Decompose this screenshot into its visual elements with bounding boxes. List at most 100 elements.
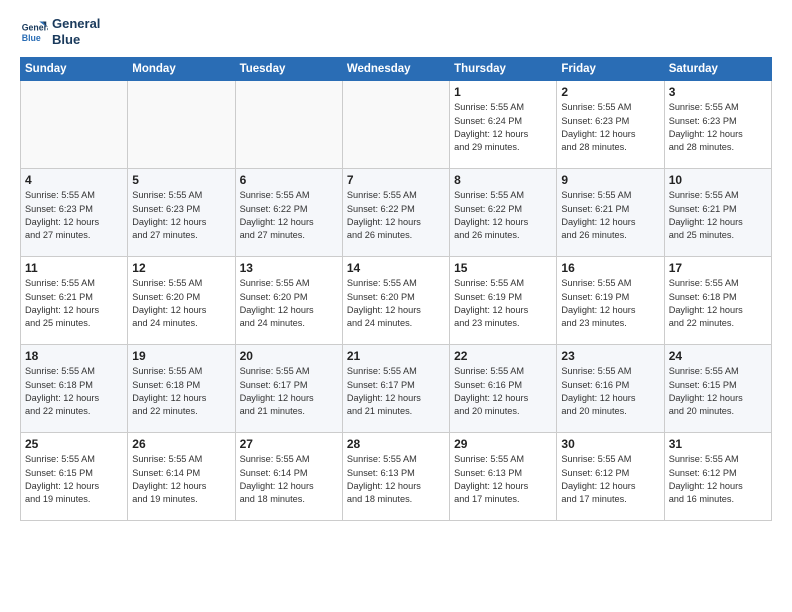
calendar-cell: 6 Sunrise: 5:55 AMSunset: 6:22 PMDaylight… [235, 169, 342, 257]
day-number: 12 [132, 261, 230, 275]
day-number: 14 [347, 261, 445, 275]
calendar-cell: 4Sunrise: 5:55 AMSunset: 6:23 PMDaylight… [21, 169, 128, 257]
calendar-cell: 22 Sunrise: 5:55 AMSunset: 6:16 PMDayligh… [450, 345, 557, 433]
day-info: Sunrise: 5:55 AMSunset: 6:18 PMDaylight:… [669, 277, 767, 330]
calendar-cell: 19 Sunrise: 5:55 AMSunset: 6:18 PMDayligh… [128, 345, 235, 433]
day-number: 8 [454, 173, 552, 187]
logo-general: General [52, 16, 100, 32]
day-number: 30 [561, 437, 659, 451]
calendar-cell: 1 Sunrise: 5:55 AMSunset: 6:24 PMDaylight… [450, 81, 557, 169]
day-number: 28 [347, 437, 445, 451]
day-number: 10 [669, 173, 767, 187]
calendar-cell: 30 Sunrise: 5:55 AMSunset: 6:12 PMDayligh… [557, 433, 664, 521]
calendar-cell: 18Sunrise: 5:55 AMSunset: 6:18 PMDayligh… [21, 345, 128, 433]
day-info: Sunrise: 5:55 AMSunset: 6:13 PMDaylight:… [454, 453, 552, 506]
calendar-cell: 24Sunrise: 5:55 AMSunset: 6:15 PMDayligh… [664, 345, 771, 433]
calendar-cell: 12 Sunrise: 5:55 AMSunset: 6:20 PMDayligh… [128, 257, 235, 345]
day-number: 15 [454, 261, 552, 275]
day-info: Sunrise: 5:55 AMSunset: 6:17 PMDaylight:… [347, 365, 445, 418]
calendar-cell: 11Sunrise: 5:55 AMSunset: 6:21 PMDayligh… [21, 257, 128, 345]
day-number: 17 [669, 261, 767, 275]
day-info: Sunrise: 5:55 AMSunset: 6:24 PMDaylight:… [454, 101, 552, 154]
day-info: Sunrise: 5:55 AMSunset: 6:21 PMDaylight:… [25, 277, 123, 330]
day-number: 6 [240, 173, 338, 187]
calendar-cell: 2 Sunrise: 5:55 AMSunset: 6:23 PMDaylight… [557, 81, 664, 169]
weekday-row: SundayMondayTuesdayWednesdayThursdayFrid… [21, 58, 772, 81]
weekday-header-tuesday: Tuesday [235, 58, 342, 81]
day-info: Sunrise: 5:55 AMSunset: 6:17 PMDaylight:… [240, 365, 338, 418]
day-info: Sunrise: 5:55 AMSunset: 6:12 PMDaylight:… [561, 453, 659, 506]
calendar-cell: 3 Sunrise: 5:55 AMSunset: 6:23 PMDaylight… [664, 81, 771, 169]
svg-text:Blue: Blue [22, 32, 41, 42]
day-info: Sunrise: 5:55 AMSunset: 6:13 PMDaylight:… [347, 453, 445, 506]
calendar-cell: 13 Sunrise: 5:55 AMSunset: 6:20 PMDayligh… [235, 257, 342, 345]
calendar-cell: 20 Sunrise: 5:55 AMSunset: 6:17 PMDayligh… [235, 345, 342, 433]
calendar-cell [342, 81, 449, 169]
calendar-cell: 28 Sunrise: 5:55 AMSunset: 6:13 PMDayligh… [342, 433, 449, 521]
day-number: 4 [25, 173, 123, 187]
weekday-header-thursday: Thursday [450, 58, 557, 81]
day-info: Sunrise: 5:55 AMSunset: 6:23 PMDaylight:… [669, 101, 767, 154]
day-number: 3 [669, 85, 767, 99]
day-number: 1 [454, 85, 552, 99]
day-number: 5 [132, 173, 230, 187]
day-number: 20 [240, 349, 338, 363]
day-number: 27 [240, 437, 338, 451]
logo-blue: Blue [52, 32, 100, 48]
day-info: Sunrise: 5:55 AMSunset: 6:15 PMDaylight:… [25, 453, 123, 506]
calendar-cell: 9 Sunrise: 5:55 AMSunset: 6:21 PMDaylight… [557, 169, 664, 257]
day-info: Sunrise: 5:55 AMSunset: 6:20 PMDaylight:… [347, 277, 445, 330]
calendar-week-1: 1 Sunrise: 5:55 AMSunset: 6:24 PMDaylight… [21, 81, 772, 169]
calendar-cell: 27 Sunrise: 5:55 AMSunset: 6:14 PMDayligh… [235, 433, 342, 521]
day-info: Sunrise: 5:55 AMSunset: 6:14 PMDaylight:… [240, 453, 338, 506]
calendar-cell: 26Sunrise: 5:55 AMSunset: 6:14 PMDayligh… [128, 433, 235, 521]
calendar-week-2: 4 Sunrise: 5:55 AMSunset: 6:23 PMDaylight… [21, 169, 772, 257]
day-info: Sunrise: 5:55 AMSunset: 6:18 PMDaylight:… [132, 365, 230, 418]
calendar-cell: 29 Sunrise: 5:55 AMSunset: 6:13 PMDayligh… [450, 433, 557, 521]
day-info: Sunrise: 5:55 AMSunset: 6:23 PMDaylight:… [561, 101, 659, 154]
day-info: Sunrise: 5:55 AMSunset: 6:23 PMDaylight:… [132, 189, 230, 242]
day-number: 29 [454, 437, 552, 451]
day-info: Sunrise: 5:55 AMSunset: 6:16 PMDaylight:… [454, 365, 552, 418]
weekday-header-sunday: Sunday [21, 58, 128, 81]
day-info: Sunrise: 5:55 AMSunset: 6:22 PMDaylight:… [347, 189, 445, 242]
day-number: 22 [454, 349, 552, 363]
day-number: 19 [132, 349, 230, 363]
day-info: Sunrise: 5:55 AMSunset: 6:15 PMDaylight:… [669, 365, 767, 418]
day-info: Sunrise: 5:55 AMSunset: 6:22 PMDaylight:… [240, 189, 338, 242]
calendar-table: SundayMondayTuesdayWednesdayThursdayFrid… [20, 57, 772, 521]
day-info: Sunrise: 5:55 AMSunset: 6:12 PMDaylight:… [669, 453, 767, 506]
page: General Blue General Blue SundayMondayTu… [0, 0, 792, 531]
calendar-cell: 5 Sunrise: 5:55 AMSunset: 6:23 PMDaylight… [128, 169, 235, 257]
day-info: Sunrise: 5:55 AMSunset: 6:20 PMDaylight:… [132, 277, 230, 330]
calendar-body: 1 Sunrise: 5:55 AMSunset: 6:24 PMDaylight… [21, 81, 772, 521]
calendar-week-3: 11Sunrise: 5:55 AMSunset: 6:21 PMDayligh… [21, 257, 772, 345]
day-number: 16 [561, 261, 659, 275]
day-info: Sunrise: 5:55 AMSunset: 6:18 PMDaylight:… [25, 365, 123, 418]
weekday-header-wednesday: Wednesday [342, 58, 449, 81]
calendar-cell: 7 Sunrise: 5:55 AMSunset: 6:22 PMDaylight… [342, 169, 449, 257]
calendar-cell: 31 Sunrise: 5:55 AMSunset: 6:12 PMDayligh… [664, 433, 771, 521]
calendar-header: SundayMondayTuesdayWednesdayThursdayFrid… [21, 58, 772, 81]
weekday-header-friday: Friday [557, 58, 664, 81]
day-info: Sunrise: 5:55 AMSunset: 6:19 PMDaylight:… [561, 277, 659, 330]
day-number: 21 [347, 349, 445, 363]
logo: General Blue General Blue [20, 16, 100, 47]
day-number: 13 [240, 261, 338, 275]
day-number: 7 [347, 173, 445, 187]
day-number: 9 [561, 173, 659, 187]
day-number: 31 [669, 437, 767, 451]
day-info: Sunrise: 5:55 AMSunset: 6:16 PMDaylight:… [561, 365, 659, 418]
calendar-cell: 23Sunrise: 5:55 AMSunset: 6:16 PMDayligh… [557, 345, 664, 433]
day-info: Sunrise: 5:55 AMSunset: 6:19 PMDaylight:… [454, 277, 552, 330]
day-info: Sunrise: 5:55 AMSunset: 6:14 PMDaylight:… [132, 453, 230, 506]
day-info: Sunrise: 5:55 AMSunset: 6:20 PMDaylight:… [240, 277, 338, 330]
calendar-cell [21, 81, 128, 169]
calendar-cell: 16 Sunrise: 5:55 AMSunset: 6:19 PMDayligh… [557, 257, 664, 345]
logo-icon: General Blue [20, 18, 48, 46]
calendar-cell [235, 81, 342, 169]
calendar-cell: 10Sunrise: 5:55 AMSunset: 6:21 PMDayligh… [664, 169, 771, 257]
day-number: 2 [561, 85, 659, 99]
day-info: Sunrise: 5:55 AMSunset: 6:21 PMDaylight:… [561, 189, 659, 242]
weekday-header-saturday: Saturday [664, 58, 771, 81]
